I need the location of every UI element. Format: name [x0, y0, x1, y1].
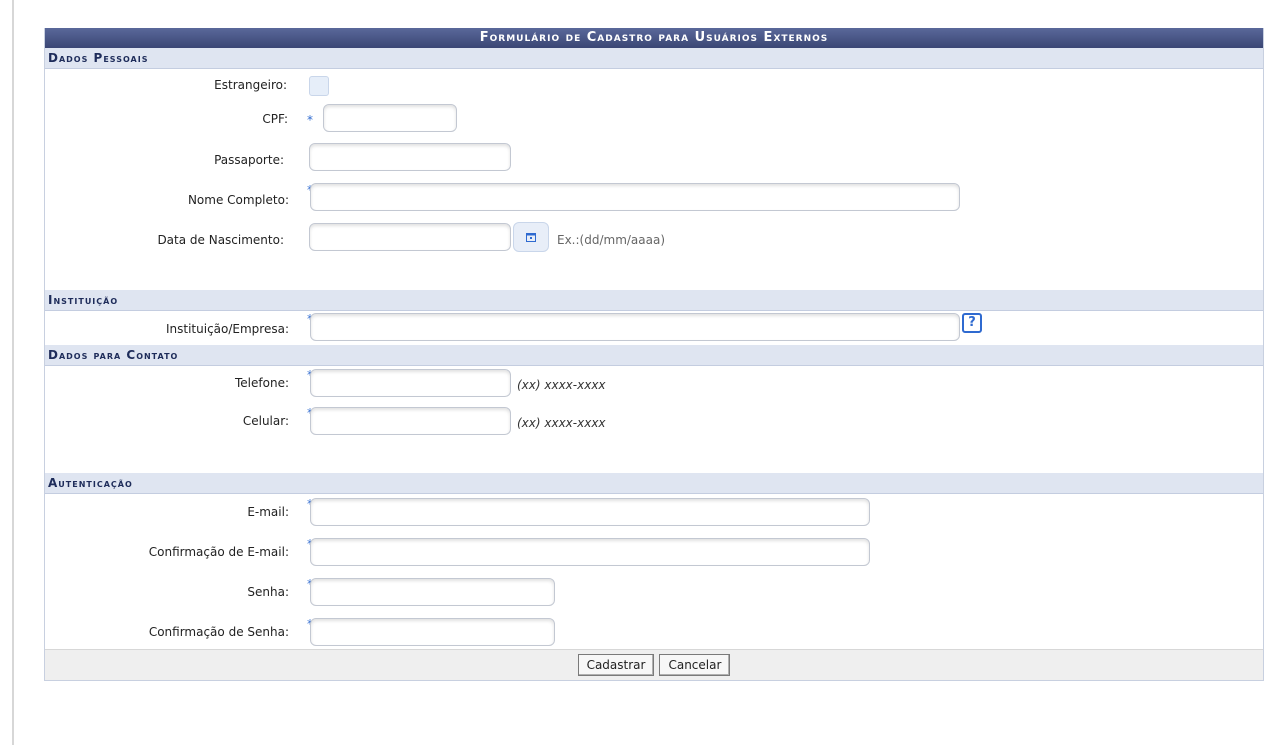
- row-password-confirm: Confirmação de Senha: *: [45, 614, 1263, 649]
- cpf-input[interactable]: [323, 104, 457, 132]
- row-cpf: CPF: *: [45, 101, 1263, 139]
- phone-input[interactable]: [310, 369, 511, 397]
- phone-label: Telefone:: [235, 376, 289, 390]
- row-phone: Telefone: * (xx) xxxx-xxxx: [45, 366, 1263, 404]
- foreigner-checkbox[interactable]: [309, 76, 329, 96]
- cpf-label: CPF:: [262, 112, 288, 126]
- help-icon[interactable]: ?: [962, 313, 982, 333]
- birth-date-label: Data de Nascimento:: [157, 233, 284, 247]
- institution-label: Instituição/Empresa:: [165, 322, 289, 336]
- row-institution: Instituição/Empresa: * ?: [45, 311, 1263, 345]
- page-left-border: [12, 0, 14, 745]
- calendar-button[interactable]: [513, 222, 549, 252]
- section-authentication: Autenticação: [45, 473, 1263, 494]
- foreigner-label: Estrangeiro:: [214, 78, 287, 92]
- email-label: E-mail:: [247, 505, 289, 519]
- email-confirm-input[interactable]: [310, 538, 870, 566]
- passport-label: Passaporte:: [214, 153, 284, 167]
- mobile-hint: (xx) xxxx-xxxx: [517, 416, 606, 430]
- mobile-label: Celular:: [242, 414, 289, 428]
- password-input[interactable]: [310, 578, 555, 606]
- birth-date-hint: Ex.:(dd/mm/aaaa): [557, 233, 666, 247]
- section-contact: Dados para Contato: [45, 345, 1263, 366]
- row-password: Senha: *: [45, 574, 1263, 614]
- email-input[interactable]: [310, 498, 870, 526]
- mobile-input[interactable]: [310, 407, 511, 435]
- form-title: Formulário de Cadastro para Usuários Ext…: [45, 28, 1263, 48]
- row-email-confirm: Confirmação de E-mail: *: [45, 534, 1263, 574]
- passport-input[interactable]: [309, 143, 511, 171]
- institution-input[interactable]: [310, 313, 960, 341]
- row-passport: Passaporte:: [45, 139, 1263, 179]
- phone-hint: (xx) xxxx-xxxx: [517, 378, 606, 392]
- form-actions: Cadastrar Cancelar: [45, 649, 1263, 680]
- full-name-input[interactable]: [310, 183, 960, 211]
- calendar-icon: [526, 233, 536, 242]
- row-birth-date: Data de Nascimento: Ex.:(dd/mm/aaaa): [45, 219, 1263, 265]
- section-institution: Instituição: [45, 290, 1263, 311]
- full-name-label: Nome Completo:: [187, 193, 289, 207]
- birth-date-input[interactable]: [309, 223, 511, 251]
- row-full-name: Nome Completo: *: [45, 179, 1263, 219]
- password-label: Senha:: [247, 585, 289, 599]
- row-email: E-mail: *: [45, 494, 1263, 534]
- registration-form: Formulário de Cadastro para Usuários Ext…: [44, 28, 1264, 681]
- cancel-button[interactable]: Cancelar: [659, 654, 731, 676]
- row-foreigner: Estrangeiro:: [45, 69, 1263, 101]
- row-mobile: Celular: * (xx) xxxx-xxxx: [45, 404, 1263, 442]
- section-personal-data: Dados Pessoais: [45, 48, 1263, 69]
- submit-button[interactable]: Cadastrar: [577, 654, 655, 676]
- password-confirm-label: Confirmação de Senha:: [148, 625, 289, 639]
- password-confirm-input[interactable]: [310, 618, 555, 646]
- email-confirm-label: Confirmação de E-mail:: [148, 545, 289, 559]
- required-star-icon: *: [307, 113, 313, 127]
